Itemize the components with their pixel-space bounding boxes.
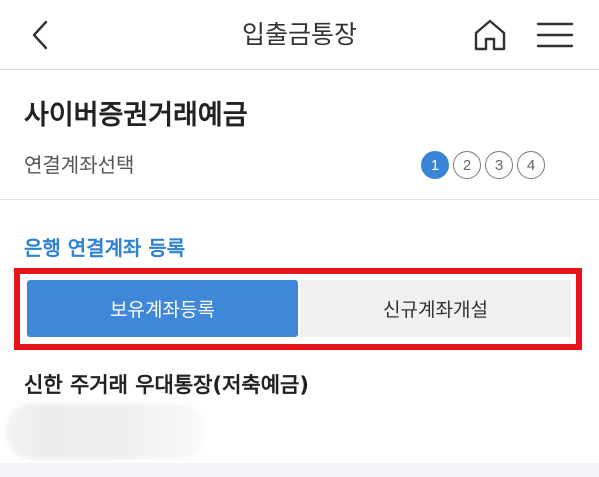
bottom-band bbox=[0, 463, 599, 477]
step-3: 3 bbox=[485, 151, 513, 179]
step-4: 4 bbox=[517, 151, 545, 179]
hamburger-menu-icon bbox=[536, 22, 574, 48]
step-indicator: 1 2 3 4 bbox=[421, 151, 545, 179]
register-owned-account-button[interactable]: 보유계좌등록 bbox=[27, 280, 298, 337]
page-title: 입출금통장 bbox=[241, 20, 357, 49]
section-divider bbox=[0, 199, 599, 200]
product-section-title: 사이버증권거래예금 bbox=[24, 100, 248, 131]
menu-button[interactable] bbox=[536, 18, 574, 52]
app-header: 입출금통장 bbox=[0, 0, 599, 70]
bank-link-heading: 은행 연결계좌 등록 bbox=[24, 236, 186, 260]
step-1: 1 bbox=[421, 151, 449, 179]
step-label: 연결계좌선택 bbox=[24, 153, 135, 177]
step-2: 2 bbox=[453, 151, 481, 179]
linked-product-name: 신한 주거래 우대통장(저축예금) bbox=[24, 373, 309, 397]
home-button[interactable] bbox=[472, 17, 508, 53]
blurred-account-number bbox=[6, 404, 206, 459]
home-icon bbox=[474, 19, 506, 51]
open-new-account-button[interactable]: 신규계좌개설 bbox=[300, 280, 571, 337]
